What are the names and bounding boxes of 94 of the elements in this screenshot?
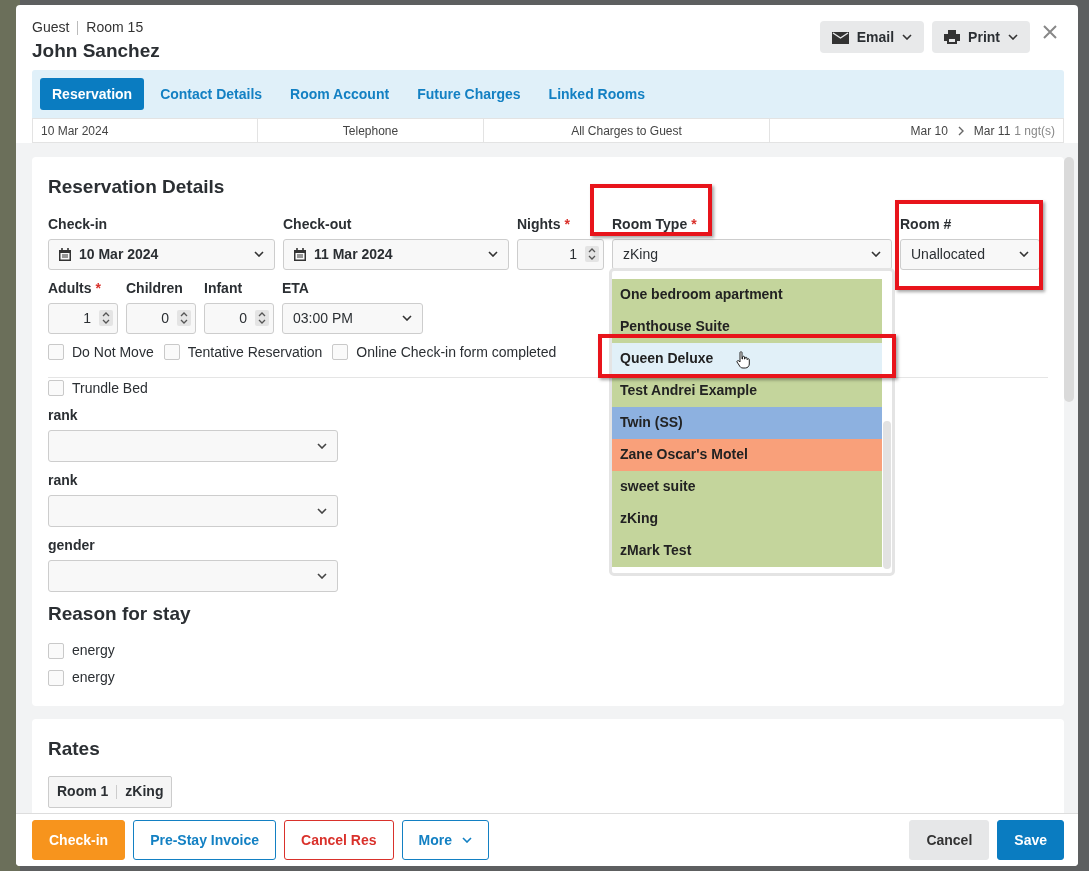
chevron-down-icon [254, 251, 264, 257]
spinner-icon [99, 310, 113, 326]
room-tag[interactable]: Room 1 zKing [48, 775, 173, 808]
chevron-down-icon [317, 507, 327, 514]
checkbox-label: energy [72, 668, 115, 687]
dropdown-option[interactable]: Zane Oscar's Motel [612, 438, 882, 471]
chevron-down-icon [317, 442, 327, 449]
chevron-down-icon [1008, 34, 1018, 40]
action-button[interactable]: Save [997, 820, 1064, 860]
field-label: Children [126, 278, 183, 298]
departure-date: Mar 11 [973, 122, 1011, 140]
checkbox[interactable] [48, 669, 64, 686]
spinner-icon [585, 246, 599, 262]
checkbox-label: energy [72, 641, 115, 660]
tab[interactable]: Room Account [278, 78, 402, 110]
booking-date: 10 Mar 2024 [33, 119, 258, 142]
field-label: Nights [517, 214, 561, 234]
field-label: Check-in [48, 214, 108, 234]
checkbox-label: Do Not Move [72, 342, 154, 362]
required-asterisk: * [691, 214, 697, 234]
required-asterisk: * [564, 214, 570, 234]
dropdown-option[interactable]: sweet suite [612, 470, 882, 503]
action-button[interactable]: Cancel Res [284, 820, 394, 860]
select-field[interactable] [48, 429, 338, 462]
category-label: Guest [32, 19, 70, 35]
select-field[interactable] [48, 559, 338, 592]
room-tag-text: Room 1 [57, 782, 109, 801]
checkbox[interactable] [48, 642, 64, 659]
field-label: Adults [48, 278, 92, 298]
field-label: Infant [204, 278, 243, 298]
booking-source: Telephone [258, 119, 484, 142]
email-button[interactable]: Email [819, 21, 925, 53]
chevron-down-icon [871, 251, 881, 257]
section-title: Rates [48, 737, 101, 761]
number-field[interactable]: 1 [48, 302, 118, 334]
action-button[interactable]: Cancel [909, 820, 990, 860]
envelope-icon [831, 30, 849, 44]
date-field[interactable]: 11 Mar 2024 [283, 238, 509, 270]
action-button[interactable]: More [401, 820, 489, 860]
tab[interactable]: Future Charges [405, 78, 533, 110]
dropdown-option[interactable]: Queen Deluxe [612, 342, 882, 375]
chevron-down-icon [462, 837, 472, 843]
room-tag-text: zKing [125, 782, 164, 801]
guest-name: John Sanchez [32, 39, 160, 63]
arrival-date: Mar 10 [910, 122, 948, 140]
checkbox[interactable] [163, 344, 180, 360]
field-label: Room # [900, 214, 952, 234]
field-label: rank [48, 470, 79, 490]
section-title: Reservation Details [48, 175, 226, 199]
spinner-icon [255, 310, 269, 326]
dropdown-option[interactable]: zKing [612, 502, 882, 535]
print-button[interactable]: Print [932, 21, 1030, 53]
tab[interactable]: Contact Details [148, 78, 275, 110]
select-field[interactable] [48, 494, 338, 527]
tab[interactable]: Linked Rooms [536, 78, 658, 110]
field-label: Check-out [283, 214, 352, 234]
printer-icon [944, 30, 961, 44]
action-button[interactable]: Pre-Stay Invoice [133, 820, 277, 860]
number-field[interactable]: 0 [204, 302, 274, 334]
checkbox-label: Tentative Reservation [187, 342, 323, 362]
select-field[interactable]: Unallocated [900, 238, 1040, 270]
tab[interactable]: Reservation [40, 78, 145, 110]
dropdown-option[interactable]: Twin (SS) [612, 406, 882, 439]
room-label: Room 15 [86, 19, 144, 35]
spinner-icon [177, 310, 191, 326]
section-title: Reason for stay [48, 601, 192, 626]
field-label: ETA [282, 278, 309, 298]
checkbox[interactable] [48, 380, 64, 396]
checkbox[interactable] [48, 344, 64, 360]
checkbox-label: Trundle Bed [72, 378, 148, 398]
select-field[interactable]: zKing [612, 238, 892, 270]
date-field[interactable]: 10 Mar 2024 [48, 238, 275, 270]
number-field[interactable]: 1 [517, 238, 604, 270]
billing-mode: All Charges to Guest [484, 119, 770, 142]
chevron-down-icon [317, 572, 327, 579]
close-icon [1042, 24, 1058, 41]
chevron-right-icon [957, 125, 964, 136]
checkbox[interactable] [332, 344, 349, 360]
chevron-down-icon [1019, 251, 1029, 257]
dropdown-option[interactable]: zMark Test [612, 534, 882, 567]
select-field[interactable]: 03:00 PM [282, 302, 423, 334]
calendar-icon [59, 247, 71, 261]
required-asterisk: * [95, 278, 101, 298]
night-count: 1 ngt(s) [1014, 122, 1055, 140]
chevron-down-icon [402, 315, 412, 321]
field-label: rank [48, 405, 79, 425]
chevron-down-icon [488, 251, 498, 257]
field-label: Room Type [612, 214, 688, 234]
calendar-icon [294, 247, 306, 261]
chevron-down-icon [902, 34, 913, 40]
dropdown-option[interactable]: One bedroom apartment [612, 278, 882, 311]
checkbox-label: Online Check-in form completed [356, 342, 557, 362]
number-field[interactable]: 0 [126, 302, 196, 334]
field-label: gender [48, 535, 96, 555]
